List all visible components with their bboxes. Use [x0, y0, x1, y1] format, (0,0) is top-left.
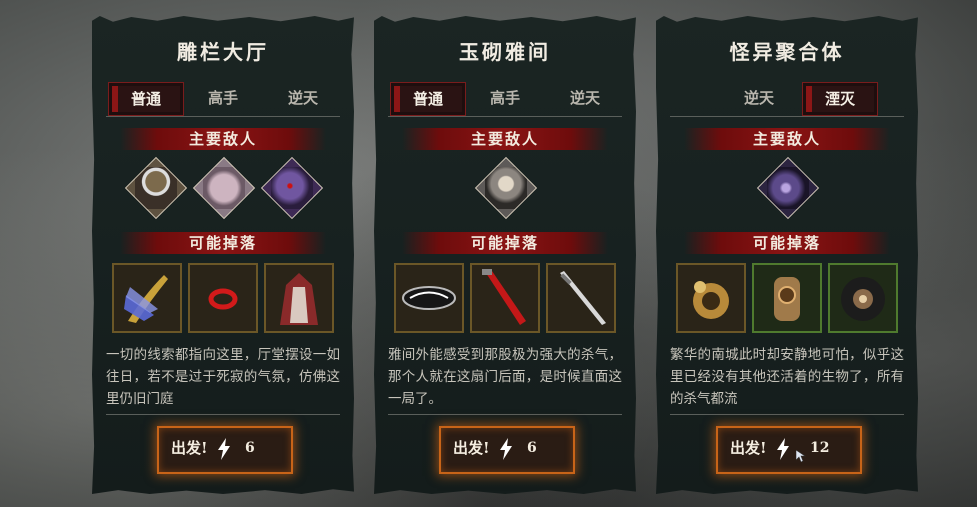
gauntlet-icon: [693, 281, 729, 319]
tab-normal[interactable]: 普通: [108, 82, 184, 116]
straw-hat-enemy-portrait[interactable]: [124, 156, 188, 220]
stage-title: 雕栏大厅: [177, 40, 269, 64]
energy-cost: 12: [810, 440, 830, 456]
stage-description: 繁华的南城此时却安静地可怕，似乎这里已经没有其他还活着的生物了，所有的杀气都流: [670, 347, 904, 407]
bronze-mechanism-item[interactable]: [752, 263, 822, 333]
enemies-banner: 主要敌人: [684, 128, 890, 150]
drops-banner: 可能掉落: [402, 232, 608, 254]
stage-card-3: 怪异聚合体 逆天 湮灭 主要敌人 可能掉落 繁华的南城此时却安静地可怕，似乎这里…: [656, 16, 918, 494]
start-label: 出发!: [453, 439, 490, 457]
purple-aberration-portrait[interactable]: [756, 156, 820, 220]
feather-wing-blade-item[interactable]: [112, 263, 182, 333]
cloak-icon: [280, 273, 318, 325]
start-label: 出发!: [730, 439, 767, 457]
enemies-banner: 主要敌人: [120, 128, 326, 150]
red-hood-cloak-item[interactable]: [264, 263, 334, 333]
difficulty-tabs: 逆天 湮灭: [670, 80, 904, 117]
tab-heaven-defying[interactable]: 逆天: [722, 82, 796, 114]
purple-masked-enemy-portrait[interactable]: [260, 156, 324, 220]
tab-heaven-defying[interactable]: 逆天: [266, 82, 340, 114]
lightning-icon: [218, 438, 230, 460]
red-blade-icon: [482, 269, 526, 325]
difficulty-tabs: 普通 高手 逆天: [388, 80, 622, 117]
start-button[interactable]: 出发! 6: [157, 426, 293, 474]
difficulty-tabs: 普通 高手 逆天: [106, 80, 340, 117]
start-button[interactable]: 出发! 6: [439, 426, 575, 474]
tab-normal[interactable]: 普通: [390, 82, 466, 116]
armor-icon: [402, 286, 456, 310]
start-label: 出发!: [171, 439, 208, 457]
tab-expert[interactable]: 高手: [468, 82, 542, 114]
lightning-icon: [777, 438, 789, 460]
stage-title: 玉砌雅间: [459, 40, 551, 64]
golden-gauntlet-item[interactable]: [676, 263, 746, 333]
divider: [106, 414, 340, 415]
energy-cost: 6: [527, 440, 537, 456]
dark-coil-item[interactable]: [828, 263, 898, 333]
feather-wing-icon: [124, 275, 168, 323]
drops-banner: 可能掉落: [120, 232, 326, 254]
tab-heaven-defying[interactable]: 逆天: [548, 82, 622, 114]
divider: [670, 414, 904, 415]
black-armor-piece-item[interactable]: [394, 263, 464, 333]
silver-sword-item[interactable]: [546, 263, 616, 333]
tab-expert[interactable]: 高手: [186, 82, 260, 114]
red-ring-icon: [208, 288, 238, 310]
enemies-banner: 主要敌人: [402, 128, 608, 150]
coil-icon: [841, 277, 885, 321]
stage-card-2: 玉砌雅间 普通 高手 逆天 主要敌人 可能掉落 雅间外能感受到那股极为强大的杀气…: [374, 16, 636, 494]
stage-card-1: 雕栏大厅 普通 高手 逆天 主要敌人 可能掉落 一切的线索都指向这里，厅堂摆设一…: [92, 16, 354, 494]
long-haired-swordsman-portrait[interactable]: [474, 156, 538, 220]
pale-pig-enemy-portrait[interactable]: [192, 156, 256, 220]
divider: [388, 414, 622, 415]
start-button[interactable]: 出发! 12: [716, 426, 862, 474]
stage-description: 雅间外能感受到那股极为强大的杀气，那个人就在这扇门后面，是时候直面这一局了。: [388, 347, 622, 407]
stage-description: 一切的线索都指向这里，厅堂摆设一如往日，若不是过于死寂的气氛，仿佛这里仍旧门庭: [106, 347, 340, 407]
mouse-cursor-icon: [796, 450, 806, 462]
stage-title: 怪异聚合体: [729, 40, 845, 64]
mechanism-icon: [774, 277, 800, 321]
red-blade-item[interactable]: [470, 263, 540, 333]
energy-cost: 6: [245, 440, 255, 456]
tab-annihilation[interactable]: 湮灭: [802, 82, 878, 116]
drops-banner: 可能掉落: [684, 232, 890, 254]
lightning-icon: [500, 438, 512, 460]
red-ring-item[interactable]: [188, 263, 258, 333]
sword-icon: [560, 271, 606, 325]
